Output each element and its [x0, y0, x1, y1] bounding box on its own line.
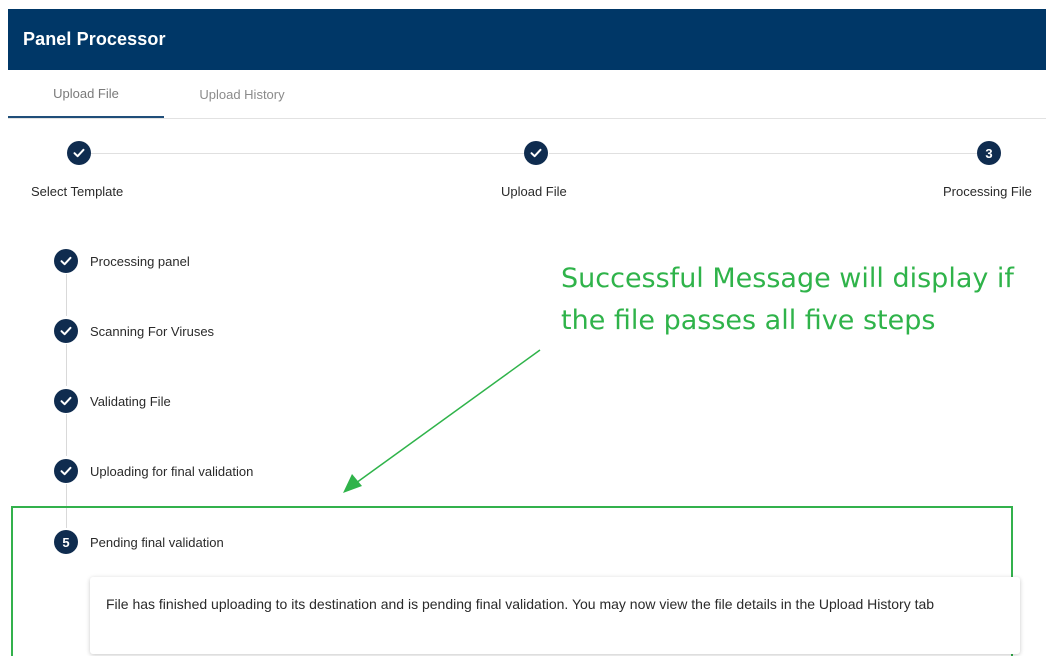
success-message-card: File has finished uploading to its desti… — [90, 577, 1020, 654]
step-label-select-template: Select Template — [31, 184, 124, 199]
validating-complete-icon — [54, 389, 78, 413]
step-2-complete-icon — [524, 141, 548, 165]
step-label-upload-file: Upload File — [501, 184, 567, 199]
processing-step-label: Scanning For Viruses — [90, 324, 215, 339]
processing-step-label: Pending final validation — [90, 535, 224, 550]
app-header: Panel Processor — [8, 9, 1046, 70]
processing-step-label: Processing panel — [90, 254, 190, 269]
step-label-processing-file: Processing File — [943, 184, 1032, 199]
vertical-connector — [66, 344, 67, 386]
tab-upload-history[interactable]: Upload History — [164, 70, 320, 118]
check-icon — [60, 256, 72, 266]
pending-step-active-icon: 5 — [54, 530, 78, 554]
processing-step-label: Validating File — [90, 394, 171, 409]
check-icon — [60, 326, 72, 336]
processing-panel-complete-icon — [54, 249, 78, 273]
processing-step-label: Uploading for final validation — [90, 464, 254, 479]
step-1-complete-icon — [67, 141, 91, 165]
check-icon — [60, 396, 72, 406]
check-icon — [530, 148, 542, 158]
annotation-text: Successful Message will display if the f… — [561, 263, 1014, 336]
uploading-complete-icon — [54, 459, 78, 483]
scanning-complete-icon — [54, 319, 78, 343]
tab-upload-file[interactable]: Upload File — [8, 70, 164, 118]
vertical-connector — [66, 274, 67, 316]
check-icon — [73, 148, 85, 158]
vertical-connector — [66, 414, 67, 456]
stepper-connector — [91, 153, 524, 154]
success-message-text: File has finished uploading to its desti… — [106, 596, 935, 612]
step-3-active-icon: 3 — [977, 141, 1001, 165]
app-title: Panel Processor — [23, 29, 166, 49]
tab-bar: Upload File Upload History — [8, 70, 1046, 119]
check-icon — [60, 466, 72, 476]
stepper-connector — [549, 153, 977, 154]
